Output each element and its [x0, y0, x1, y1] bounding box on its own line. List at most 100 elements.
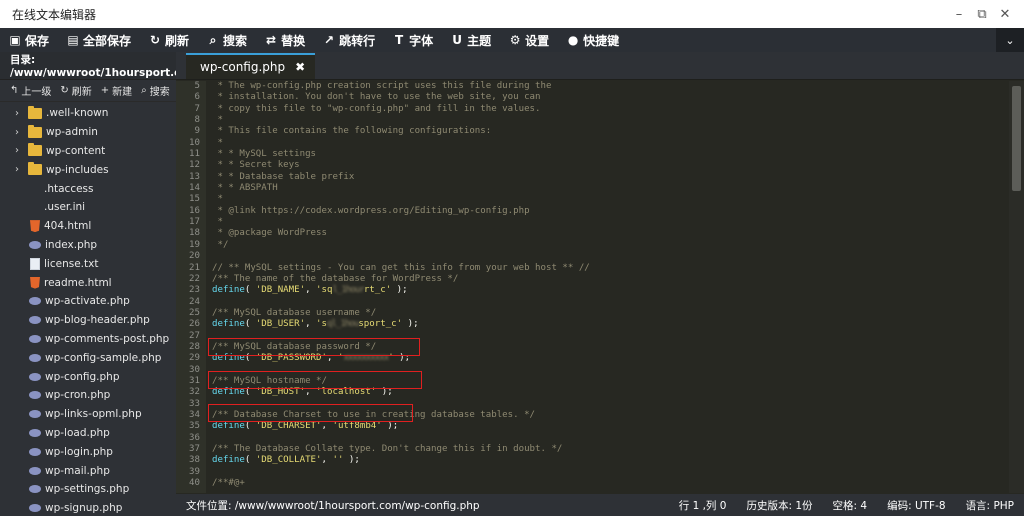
file-item[interactable]: wp-login.php — [0, 442, 176, 461]
sidebar-action-label: 刷新 — [71, 87, 92, 98]
encoding-setting[interactable]: 编码: UTF-8 — [877, 498, 955, 513]
toolbar-button-save[interactable]: ▣ 保存 — [0, 28, 58, 52]
code-token: define — [212, 353, 245, 364]
file-item[interactable]: wp-load.php — [0, 424, 176, 443]
minimize-icon[interactable]: – — [952, 7, 966, 22]
line-number: 35 — [189, 421, 200, 432]
code-line: 31 /** MySQL hostname */ — [189, 376, 1009, 387]
toolbar-button-settings[interactable]: ⚙ 设置 — [500, 28, 558, 52]
toolbar-button-font[interactable]: T 字体 — [384, 28, 442, 52]
file-item[interactable]: › .well-known — [0, 104, 176, 123]
code-token: 'DB_NAME' — [255, 285, 306, 296]
code-line: 7 * copy this file to "wp-config.php" an… — [195, 104, 1009, 115]
line-number: 11 — [189, 149, 200, 160]
close-tab-icon[interactable]: ✖ — [295, 60, 305, 74]
refresh-icon: ↻ — [150, 33, 161, 47]
file-item[interactable]: wp-activate.php — [0, 292, 176, 311]
code-token: 'DB_CHARSET' — [255, 421, 322, 432]
chevron-right-icon[interactable]: › — [10, 145, 24, 156]
code-token: ( — [244, 455, 256, 466]
toolbar-collapse-button[interactable]: ⌄ — [996, 28, 1024, 52]
toolbar-button-refresh[interactable]: ↻ 刷新 — [140, 28, 198, 52]
toolbar-button-theme[interactable]: U 主题 — [442, 28, 500, 52]
scrollbar-thumb[interactable] — [1012, 86, 1021, 191]
code-token: ); — [393, 353, 411, 364]
code-token: ); — [381, 421, 399, 432]
code-text: * — [206, 138, 222, 149]
code-token: ( — [244, 387, 256, 398]
file-item[interactable]: wp-mail.php — [0, 461, 176, 480]
code-line: 23 define( 'DB_NAME', 'sql_1hourrt_c' ); — [189, 285, 1009, 296]
code-text: * * Secret keys — [206, 160, 299, 171]
line-number: 5 — [194, 81, 200, 91]
editor-scrollbar[interactable] — [1009, 81, 1024, 493]
line-number: 13 — [189, 171, 200, 182]
chevron-right-icon[interactable]: › — [10, 127, 24, 138]
file-item[interactable]: wp-comments-post.php — [0, 330, 176, 349]
php-file-icon — [29, 391, 41, 400]
file-item[interactable]: wp-config-sample.php — [0, 348, 176, 367]
file-name: wp-cron.php — [45, 389, 111, 402]
code-text: * This file contains the following confi… — [206, 126, 491, 137]
toolbar-button-label: 全部保存 — [83, 33, 132, 48]
line-number: 38 — [189, 455, 200, 466]
line-number: 14 — [189, 183, 200, 194]
file-item[interactable]: › wp-includes — [0, 160, 176, 179]
file-item[interactable]: › wp-content — [0, 142, 176, 161]
folder-icon — [28, 143, 42, 157]
sidebar-action-refresh[interactable]: ↻ 刷新 — [60, 83, 91, 98]
file-item[interactable]: wp-cron.php — [0, 386, 176, 405]
file-item[interactable]: wp-signup.php — [0, 499, 176, 516]
cursor-position[interactable]: 行 1 ,列 0 — [669, 498, 737, 513]
code-line: 28 /** MySQL database password */ — [189, 342, 1009, 353]
toolbar-button-label: 刷新 — [165, 33, 190, 48]
redacted-text: xxxxxxxxxx — [343, 353, 389, 364]
file-name: wp-settings.php — [45, 483, 130, 496]
code-token: * @package WordPress — [212, 228, 327, 239]
chevron-right-icon[interactable]: › — [10, 108, 24, 119]
toolbar-button-shortcut[interactable]: ● 快捷键 — [558, 28, 628, 52]
file-item[interactable]: wp-links-opml.php — [0, 405, 176, 424]
file-item[interactable]: wp-settings.php — [0, 480, 176, 499]
close-icon[interactable]: ✕ — [998, 7, 1012, 22]
line-number: 30 — [189, 364, 200, 375]
toolbar-button-goto-line[interactable]: ↗ 跳转行 — [314, 28, 384, 52]
maximize-icon[interactable]: ⧉ — [975, 7, 989, 22]
line-number: 18 — [189, 228, 200, 239]
file-item[interactable]: wp-blog-header.php — [0, 311, 176, 330]
file-item[interactable]: 404.html — [0, 217, 176, 236]
language-setting[interactable]: 语言: PHP — [956, 498, 1024, 513]
code-token: * — [212, 194, 223, 205]
toolbar-button-label: 快捷键 — [583, 33, 620, 48]
theme-icon: U — [452, 33, 462, 47]
code-token: * * ABSPATH — [212, 183, 278, 194]
file-item[interactable]: license.txt — [0, 254, 176, 273]
code-token: 's — [316, 319, 327, 330]
indent-setting[interactable]: 空格: 4 — [823, 498, 878, 513]
toolbar-button-replace[interactable]: ⇄ 替换 — [256, 28, 314, 52]
code-line: 16 * @link https://codex.wordpress.org/E… — [189, 206, 1009, 217]
code-line: 19 */ — [189, 240, 1009, 251]
file-item[interactable]: wp-config.php — [0, 367, 176, 386]
file-item[interactable]: .htaccess — [0, 179, 176, 198]
history-versions[interactable]: 历史版本: 1份 — [736, 498, 822, 513]
file-item[interactable]: index.php — [0, 236, 176, 255]
file-item[interactable]: › wp-admin — [0, 123, 176, 142]
sidebar-action-up-level[interactable]: ↰ 上一级 — [10, 83, 51, 98]
line-number: 29 — [189, 353, 200, 364]
sidebar-action-plus[interactable]: + 新建 — [101, 83, 132, 98]
file-name: readme.html — [44, 276, 112, 289]
sidebar-action-search[interactable]: ⌕ 搜索 — [141, 83, 170, 98]
toolbar-button-save-all[interactable]: ▤ 全部保存 — [58, 28, 140, 52]
file-item[interactable]: readme.html — [0, 273, 176, 292]
chevron-right-icon[interactable]: › — [10, 164, 24, 175]
file-item[interactable]: .user.ini — [0, 198, 176, 217]
code-editor[interactable]: 5 * The wp-config.php creation script us… — [189, 81, 1009, 493]
code-line: 27 — [189, 331, 1009, 342]
tab-bar: wp-config.php ✖ — [176, 52, 1024, 80]
toolbar-button-search[interactable]: ⌕ 搜索 — [198, 28, 256, 52]
tab-wp-config[interactable]: wp-config.php ✖ — [186, 53, 316, 79]
